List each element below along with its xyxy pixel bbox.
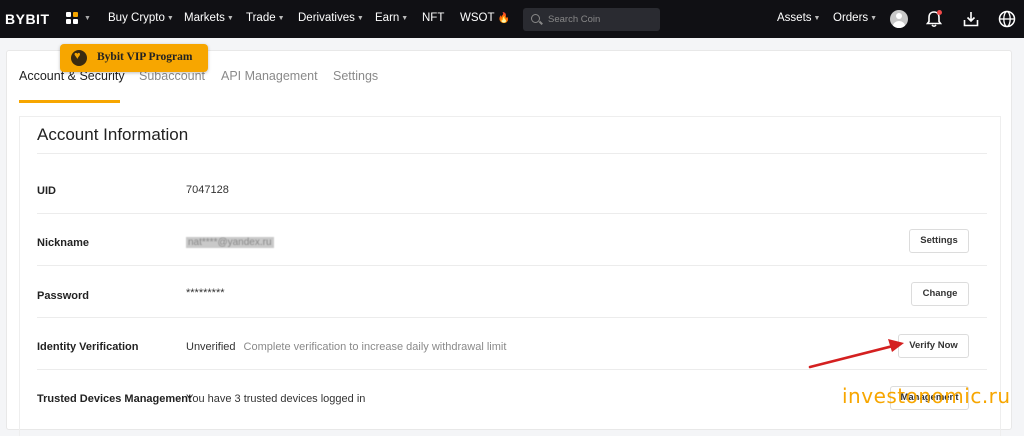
avatar-icon[interactable]	[890, 10, 908, 28]
trusted-devices-value: You have 3 trusted devices logged in	[186, 393, 366, 405]
uid-value: 7047128	[186, 184, 229, 196]
nav-wsot[interactable]: WSOT 🔥	[460, 12, 510, 24]
watermark: investonomic.ru	[842, 384, 1011, 408]
account-card: Account & Security Subaccount API Manage…	[6, 50, 1012, 436]
vip-program-tooltip[interactable]: Bybit VIP Program	[60, 44, 208, 72]
search-icon	[531, 14, 540, 23]
active-tab-indicator	[19, 100, 120, 103]
caret-down-icon: ▼	[813, 15, 821, 22]
caret-down-icon: ▼	[870, 15, 878, 22]
nav-markets[interactable]: Markets ▼	[184, 12, 234, 24]
password-label: Password	[37, 290, 89, 302]
search-box[interactable]	[523, 8, 660, 31]
tab-settings[interactable]: Settings	[333, 69, 378, 83]
download-icon[interactable]	[961, 9, 981, 29]
divider	[37, 317, 987, 318]
caret-down-icon: ▼	[356, 15, 364, 22]
chevron-down-icon: ▼	[84, 15, 91, 22]
bell-icon[interactable]	[924, 9, 944, 29]
nav-assets[interactable]: Assets ▼	[777, 12, 820, 24]
password-value: *********	[186, 287, 225, 299]
divider	[37, 369, 987, 370]
divider	[37, 153, 987, 154]
apps-menu-icon[interactable]: ▼	[66, 12, 92, 26]
nav-earn[interactable]: Earn ▼	[375, 12, 408, 24]
nav-orders[interactable]: Orders ▼	[833, 12, 877, 24]
nickname-settings-button[interactable]: Settings	[909, 229, 969, 253]
nickname-label: Nickname	[37, 237, 89, 249]
caret-down-icon: ▼	[226, 15, 234, 22]
uid-label: UID	[37, 185, 56, 197]
vip-heart-icon	[71, 50, 87, 66]
caret-down-icon: ▼	[277, 15, 285, 22]
nickname-value: nat****@yandex.ru	[186, 237, 274, 248]
section-title: Account Information	[37, 125, 189, 144]
flame-icon: 🔥	[497, 13, 510, 24]
caret-down-icon: ▼	[401, 15, 409, 22]
search-input[interactable]	[548, 12, 653, 27]
top-navigation-bar: BYBIT ▼ Buy Crypto ▼ Markets ▼ Trade ▼ Deri…	[0, 0, 1024, 38]
verify-now-button[interactable]: Verify Now	[898, 334, 969, 358]
identity-verification-label: Identity Verification	[37, 341, 139, 353]
divider	[37, 265, 987, 266]
divider	[37, 213, 987, 214]
globe-icon[interactable]	[997, 9, 1017, 29]
nav-buy-crypto[interactable]: Buy Crypto ▼	[108, 12, 174, 24]
caret-down-icon: ▼	[166, 15, 174, 22]
identity-verification-status: Unverified Complete verification to incre…	[186, 341, 507, 353]
bybit-logo[interactable]: BYBIT	[5, 11, 50, 27]
nav-derivatives[interactable]: Derivatives ▼	[298, 12, 364, 24]
change-password-button[interactable]: Change	[911, 282, 969, 306]
nav-trade[interactable]: Trade ▼	[246, 12, 285, 24]
trusted-devices-label: Trusted Devices Management	[37, 393, 192, 405]
tab-api-management[interactable]: API Management	[221, 69, 318, 83]
nav-nft[interactable]: NFT	[422, 12, 444, 24]
